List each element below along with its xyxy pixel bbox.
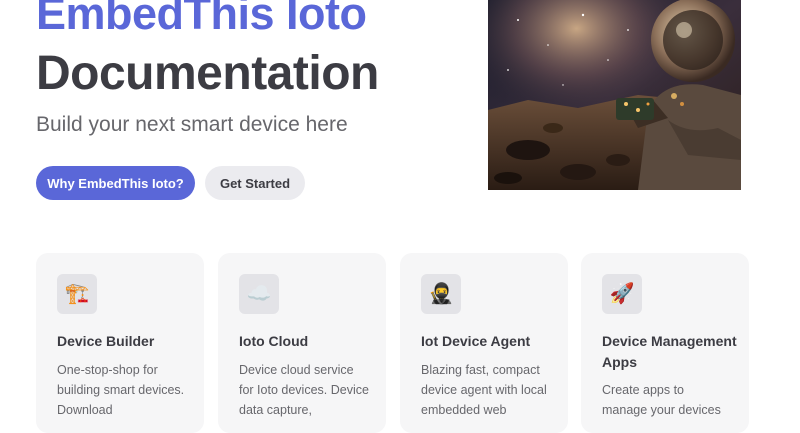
hero-name: EmbedThis Ioto — [36, 0, 367, 39]
feature-details: Create apps to manage your devices — [602, 383, 721, 417]
get-started-button[interactable]: Get Started — [205, 166, 305, 200]
rocket-icon: 🚀 — [602, 274, 642, 314]
feature-details: Device cloud service for Ioto devices. D… — [239, 363, 369, 417]
hero-tagline: Build your next smart device here — [36, 113, 348, 136]
cloud-icon: ☁️ — [239, 274, 279, 314]
crane-icon: 🏗️ — [57, 274, 97, 314]
astronaut-illustration — [488, 0, 741, 190]
feature-card-device-builder[interactable]: 🏗️ Device Builder One-stop-shop for buil… — [36, 253, 204, 433]
why-embedthis-ioto-button[interactable]: Why EmbedThis Ioto? — [36, 166, 195, 200]
hero-title: Documentation — [36, 47, 379, 100]
feature-title: Iot Device Agent — [421, 333, 531, 349]
feature-details: Blazing fast, compact device agent with … — [421, 363, 547, 417]
ninja-icon: 🥷 — [421, 274, 461, 314]
feature-title: Device Builder — [57, 333, 155, 349]
feature-details: One-stop-shop for building smart devices… — [57, 363, 185, 417]
feature-card-iot-device-agent[interactable]: 🥷 Iot Device Agent Blazing fast, compact… — [400, 253, 568, 433]
hero-astronaut-image — [488, 0, 741, 190]
feature-card-device-management-apps[interactable]: 🚀 Device Management Apps Create apps to … — [581, 253, 749, 433]
feature-card-ioto-cloud[interactable]: ☁️ Ioto Cloud Device cloud service for I… — [218, 253, 386, 433]
feature-title: Ioto Cloud — [239, 333, 309, 349]
feature-title: Device Management Apps — [602, 333, 737, 370]
